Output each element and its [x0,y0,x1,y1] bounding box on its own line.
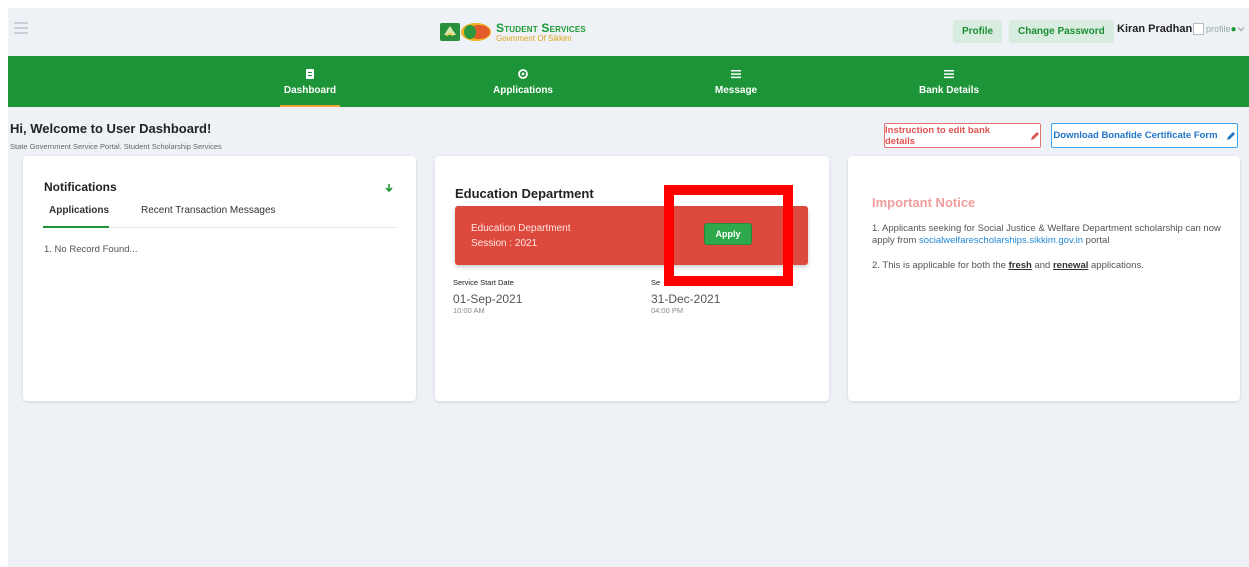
menu-icon [944,70,954,79]
notice-p2-text: 2. This is applicable for both the [872,260,1006,271]
page-subtitle: State Government Service Portal. Student… [10,142,222,151]
emblem-icon [440,21,492,43]
top-header: Student Services Govmment Of Sikkim Prof… [8,8,1249,56]
bank-instruction-button[interactable]: Instruction to edit bank details [884,123,1041,148]
start-date-value: 01-Sep-2021 [453,292,523,306]
page-title: Hi, Welcome to User Dashboard! [10,121,212,136]
notice-paragraph-2: 2. This is applicable for both the fresh… [872,260,1222,272]
download-bonafide-label: Download Bonafide Certificate Form [1053,130,1218,141]
apply-highlight-box [664,185,793,286]
broken-image-icon [1193,23,1204,35]
end-date-label: Se [651,278,661,287]
main-nav: Dashboard Applications Message Bank Deta… [8,56,1249,107]
nav-applications-label: Applications [492,85,553,96]
start-date-label: Service Start Date [453,278,514,287]
menu-icon [731,70,741,79]
pencil-icon [1031,131,1040,140]
avatar[interactable]: profile ● [1193,23,1245,35]
bank-instruction-label: Instruction to edit bank details [885,124,991,147]
empty-state-text: 1. No Record Found... [44,244,138,255]
nav-message-label: Message [714,85,758,96]
tab-applications[interactable]: Applications [49,205,109,216]
notice-paragraph-1: 1. Applicants seeking for Social Justice… [872,223,1222,247]
notice-p1-suffix: portal [1085,235,1110,246]
nav-bank-details-label: Bank Details [918,85,980,96]
chevron-down-icon [1237,27,1244,32]
end-date-value: 31-Dec-2021 [651,292,721,306]
tab-divider [109,227,396,228]
nav-active-indicator [280,105,340,107]
download-bonafide-button[interactable]: Download Bonafide Certificate Form [1051,123,1238,148]
change-password-button[interactable]: Change Password [1009,20,1114,43]
scholarship-portal-link[interactable]: socialwelfarescholarships.sikkim.gov.in [919,235,1083,246]
avatar-alt-text: profile [1206,24,1231,34]
banner-department-name: Education Department [471,223,571,234]
tab-recent-transactions[interactable]: Recent Transaction Messages [141,205,276,216]
nav-bank-details[interactable]: Bank Details [889,56,1009,107]
user-name[interactable]: Kiran Pradhan [1117,23,1192,35]
page: Student Services Govmment Of Sikkim Prof… [8,8,1249,567]
important-notice-card: Important Notice 1. Applicants seeking f… [848,156,1240,401]
nav-message[interactable]: Message [676,56,796,107]
start-time-value: 10:00 AM [453,306,485,315]
pencil-icon [1226,131,1235,140]
notice-renewal: renewal [1052,260,1089,271]
nav-applications[interactable]: Applications [463,56,583,107]
clipboard-icon [306,69,314,79]
notice-title: Important Notice [872,195,976,210]
site-logo[interactable]: Student Services Govmment Of Sikkim [440,20,586,44]
hamburger-menu-icon[interactable] [14,22,28,34]
education-title: Education Department [455,186,594,201]
notice-p2-suffix: applications. [1091,260,1144,271]
notice-fresh: fresh [1008,260,1032,271]
end-time-value: 04:00 PM [651,306,684,315]
logo-subtitle: Govmment Of Sikkim [496,33,572,43]
nav-dashboard[interactable]: Dashboard [250,56,370,107]
notifications-title: Notifications [44,180,117,194]
gear-icon [518,69,528,79]
logo-title: Student Services [496,20,586,35]
nav-dashboard-label: Dashboard [283,85,337,96]
notifications-card: Notifications Applications Recent Transa… [23,156,416,401]
profile-button[interactable]: Profile [953,20,1003,43]
download-icon[interactable] [385,184,393,194]
banner-session: Session : 2021 [471,238,538,249]
active-tab-indicator [43,226,109,228]
notice-and: and [1034,260,1051,271]
